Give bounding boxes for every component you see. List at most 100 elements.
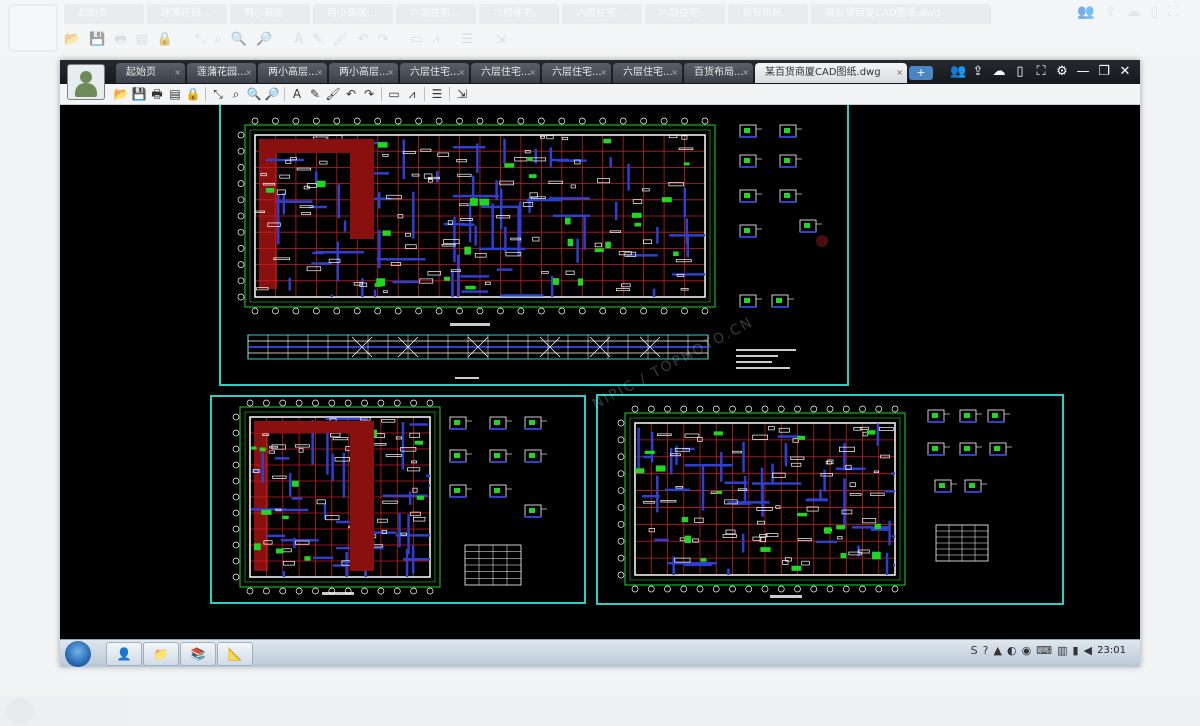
tab-document[interactable]: 起始页 × (116, 63, 185, 83)
tab-document[interactable]: 六层住宅... × (471, 63, 540, 83)
tab-close-icon[interactable]: × (671, 63, 678, 83)
zoom-in-icon[interactable]: 🔍 (245, 85, 263, 103)
background-tab: 六层住宅… (562, 4, 642, 24)
cloud-icon[interactable]: ☁ (992, 63, 1006, 81)
save-icon[interactable]: 💾 (130, 85, 148, 103)
detail-item (524, 449, 547, 463)
settings-icon[interactable]: ⚙ (1055, 63, 1069, 81)
window-controls: 👥 ⇪ ☁ ▯ ⛶ ⚙ — ❐ ✕ (950, 63, 1132, 81)
background-tab: 某百货商厦CAD图纸.dwg (811, 4, 991, 24)
tab-document[interactable]: 两小高层... × (258, 63, 327, 83)
background-app-header: 起始页 莲蒲花园… 两小高层… 两小高层… 六层住宅… 六层住宅… 六层住宅… 六层住宅… 百货… (0, 0, 1200, 56)
tab-close-icon[interactable]: × (742, 63, 749, 83)
title-bar: 起始页 × 莲蒲花园... × 两小高层... × 两小高层... × 六层住宅... × 六层住宅… (60, 60, 1140, 84)
tab-document[interactable]: 两小高层... × (329, 63, 398, 83)
schedule-table (464, 544, 522, 586)
detail-item (959, 409, 982, 423)
background-tab: 莲蒲花园… (147, 4, 227, 24)
redo-icon[interactable]: ↷ (360, 85, 378, 103)
tab-close-icon[interactable]: × (896, 63, 903, 83)
fullscreen-icon[interactable]: ⛶ (1034, 63, 1048, 81)
text-icon[interactable]: A (288, 85, 306, 103)
tab-label: 百货布局... (694, 67, 744, 78)
notes-block (736, 349, 796, 369)
detail-item (524, 504, 547, 518)
taskbar-app-user[interactable]: 👤 (106, 642, 142, 666)
pencil-icon[interactable]: ✎ (306, 85, 324, 103)
zoom-extent-icon[interactable]: ⤡ (209, 85, 227, 103)
start-button[interactable] (65, 641, 91, 667)
tab-close-icon[interactable]: × (316, 63, 323, 83)
canvas-artifact (816, 235, 828, 247)
tab-close-icon[interactable]: × (458, 63, 465, 83)
close-icon[interactable]: ✕ (1118, 63, 1132, 81)
zoom-window-icon[interactable]: ⌕ (227, 85, 245, 103)
print-icon[interactable]: 🖶 (148, 85, 166, 103)
new-tab-button[interactable]: + (909, 66, 933, 80)
taskbar-app-books[interactable]: 📚 (180, 642, 216, 666)
background-tab: 两小高层… (230, 4, 310, 24)
tab-close-icon[interactable]: × (245, 63, 252, 83)
tab-document[interactable]: 六层住宅... × (542, 63, 611, 83)
tray-icon[interactable]: ◀ (1084, 644, 1092, 657)
tray-icon[interactable]: S (971, 644, 978, 657)
user-group-icon[interactable]: 👥 (950, 63, 966, 81)
tab-close-icon[interactable]: × (387, 63, 394, 83)
detail-item (964, 479, 987, 493)
phone-icon[interactable]: ▯ (1013, 63, 1027, 81)
export-icon[interactable]: ⇲ (453, 85, 471, 103)
lock-icon[interactable]: 🔒 (184, 85, 202, 103)
background-tab: 六层住宅… (396, 4, 476, 24)
dimension-icon[interactable]: ⩘ (403, 85, 421, 103)
user-avatar[interactable] (67, 64, 105, 100)
taskbar: 👤 📁 📚 📐 S? ▲ ◐ ◉ ⌨ ▥ ▮ ◀ 23:01 (60, 639, 1140, 667)
schedule-table (935, 524, 989, 562)
tray-icon[interactable]: ◐ (1007, 644, 1017, 657)
tab-document[interactable]: 百货布局... × (684, 63, 753, 83)
measure-icon[interactable]: ▭ (385, 85, 403, 103)
detail-item (799, 219, 822, 233)
detail-item (449, 416, 472, 430)
pdf-icon[interactable]: ▤ (166, 85, 184, 103)
tray-icon[interactable]: ⌨ (1036, 644, 1052, 657)
brush-icon[interactable]: 🖌 (324, 85, 342, 103)
detail-item (987, 409, 1010, 423)
background-avatar (8, 4, 58, 52)
zoom-out-icon[interactable]: 🔎 (263, 85, 281, 103)
tray-icon[interactable]: ▥ (1057, 644, 1067, 657)
background-tab: 起始页 (64, 4, 144, 24)
tab-document[interactable]: 六层住宅... × (613, 63, 682, 83)
drawing-canvas[interactable]: NIPIC / TOPHOTO.CN (60, 105, 1140, 639)
tab-label: 莲蒲花园... (197, 67, 247, 78)
toolbar-separator (424, 87, 425, 101)
clock: 23:01 (1097, 645, 1126, 656)
detail-item (739, 189, 762, 203)
taskbar-app-cad[interactable]: 📐 (217, 642, 253, 666)
toolbar-separator (381, 87, 382, 101)
detail-item (739, 124, 762, 138)
open-icon[interactable]: 📂 (112, 85, 130, 103)
background-tab: 两小高层… (313, 4, 393, 24)
tab-active-document[interactable]: 某百货商厦CAD图纸.dwg × (755, 63, 907, 83)
tab-close-icon[interactable]: × (600, 63, 607, 83)
floor-plan-bottom-left (232, 399, 441, 595)
minimize-icon[interactable]: — (1076, 63, 1090, 81)
tray-icon[interactable]: ◉ (1022, 644, 1032, 657)
restore-icon[interactable]: ❐ (1097, 63, 1111, 81)
tab-close-icon[interactable]: × (174, 63, 181, 83)
layers-icon[interactable]: ☰ (428, 85, 446, 103)
detail-item (739, 224, 762, 238)
detail-item (524, 416, 547, 430)
tray-icon[interactable]: ? (983, 644, 989, 657)
tab-close-icon[interactable]: × (529, 63, 536, 83)
taskbar-app-explorer[interactable]: 📁 (143, 642, 179, 666)
tab-document[interactable]: 六层住宅... × (400, 63, 469, 83)
share-icon[interactable]: ⇪ (971, 63, 985, 81)
tray-icon[interactable]: ▮ (1072, 644, 1078, 657)
tray-icon[interactable]: ▲ (993, 644, 1001, 657)
undo-icon[interactable]: ↶ (342, 85, 360, 103)
floor-plan-bottom-right (617, 405, 906, 593)
detail-item (959, 442, 982, 456)
tab-document[interactable]: 莲蒲花园... × (187, 63, 256, 83)
avatar-body (75, 83, 97, 97)
